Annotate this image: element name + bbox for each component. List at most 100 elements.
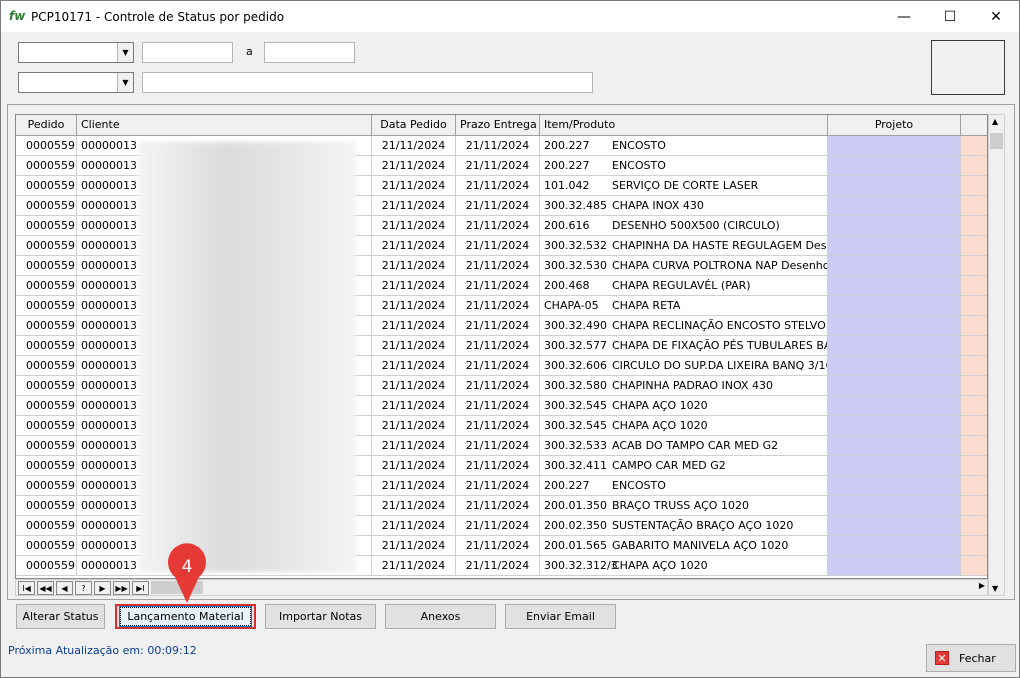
cell-pedido[interactable]: 0000559 <box>16 456 77 476</box>
col-header-projeto[interactable]: Projeto <box>828 115 961 136</box>
cell-pedido[interactable]: 0000559 <box>16 176 77 196</box>
cell-projeto[interactable] <box>828 236 961 256</box>
cell-item-produto[interactable]: 200.227 ENCOSTO <box>540 156 828 176</box>
cell-extra[interactable] <box>961 216 987 236</box>
importar-notas-button[interactable]: Importar Notas <box>265 604 376 629</box>
cell-prazo-entrega[interactable]: 21/11/2024 <box>456 316 540 336</box>
cell-pedido[interactable]: 0000559 <box>16 376 77 396</box>
vertical-scrollbar[interactable]: ▲ ▼ <box>988 114 1005 596</box>
cell-extra[interactable] <box>961 396 987 416</box>
cell-item-produto[interactable]: 300.32.606 CIRCULO DO SUP.DA LIXEIRA BANQ… <box>540 356 828 376</box>
cell-projeto[interactable] <box>828 496 961 516</box>
maximize-button[interactable]: ☐ <box>927 1 973 32</box>
cell-item-produto[interactable]: 101.042 SERVIÇO DE CORTE LASER <box>540 176 828 196</box>
cell-data-pedido[interactable]: 21/11/2024 <box>372 196 456 216</box>
cell-pedido[interactable]: 0000559 <box>16 516 77 536</box>
cell-prazo-entrega[interactable]: 21/11/2024 <box>456 176 540 196</box>
cell-projeto[interactable] <box>828 176 961 196</box>
cell-data-pedido[interactable]: 21/11/2024 <box>372 316 456 336</box>
cell-projeto[interactable] <box>828 536 961 556</box>
nav-button[interactable]: ▶▶ <box>113 581 130 595</box>
cell-extra[interactable] <box>961 536 987 556</box>
cell-prazo-entrega[interactable]: 21/11/2024 <box>456 216 540 236</box>
cell-projeto[interactable] <box>828 296 961 316</box>
cell-projeto[interactable] <box>828 196 961 216</box>
cell-item-produto[interactable]: 200.01.350 BRAÇO TRUSS AÇO 1020 <box>540 496 828 516</box>
cell-projeto[interactable] <box>828 316 961 336</box>
cell-data-pedido[interactable]: 21/11/2024 <box>372 216 456 236</box>
cell-data-pedido[interactable]: 21/11/2024 <box>372 176 456 196</box>
cell-prazo-entrega[interactable]: 21/11/2024 <box>456 536 540 556</box>
cell-extra[interactable] <box>961 136 987 156</box>
cell-prazo-entrega[interactable]: 21/11/2024 <box>456 416 540 436</box>
cell-projeto[interactable] <box>828 416 961 436</box>
fechar-button[interactable]: ✕ Fechar <box>926 644 1016 672</box>
lancamento-material-button[interactable]: Lançamento Material <box>115 604 256 629</box>
col-header-pedido[interactable]: Pedido <box>16 115 77 136</box>
minimize-button[interactable]: — <box>881 1 927 32</box>
cell-projeto[interactable] <box>828 436 961 456</box>
cell-pedido[interactable]: 0000559 <box>16 156 77 176</box>
enviar-email-button[interactable]: Enviar Email <box>505 604 616 629</box>
cell-data-pedido[interactable]: 21/11/2024 <box>372 296 456 316</box>
cell-extra[interactable] <box>961 156 987 176</box>
scroll-down-icon[interactable]: ▼ <box>992 584 998 593</box>
cell-data-pedido[interactable]: 21/11/2024 <box>372 136 456 156</box>
cell-pedido[interactable]: 0000559 <box>16 196 77 216</box>
cell-data-pedido[interactable]: 21/11/2024 <box>372 396 456 416</box>
alterar-status-button[interactable]: Alterar Status <box>16 604 105 629</box>
cell-item-produto[interactable]: 200.616 DESENHO 500X500 (CIRCULO) <box>540 216 828 236</box>
cell-prazo-entrega[interactable]: 21/11/2024 <box>456 376 540 396</box>
orders-grid[interactable]: Pedido Cliente Data Pedido Prazo Entrega… <box>15 114 988 579</box>
cell-data-pedido[interactable]: 21/11/2024 <box>372 536 456 556</box>
close-button[interactable]: ✕ <box>973 1 1019 32</box>
cell-prazo-entrega[interactable]: 21/11/2024 <box>456 296 540 316</box>
cell-data-pedido[interactable]: 21/11/2024 <box>372 496 456 516</box>
filter-combo-2[interactable]: ▼ <box>18 72 134 93</box>
cell-prazo-entrega[interactable]: 21/11/2024 <box>456 136 540 156</box>
cell-pedido[interactable]: 0000559 <box>16 136 77 156</box>
nav-button[interactable]: ▶ <box>94 581 111 595</box>
cell-data-pedido[interactable]: 21/11/2024 <box>372 256 456 276</box>
cell-prazo-entrega[interactable]: 21/11/2024 <box>456 516 540 536</box>
cell-item-produto[interactable]: 300.32.485 CHAPA INOX 430 <box>540 196 828 216</box>
cell-extra[interactable] <box>961 456 987 476</box>
cell-prazo-entrega[interactable]: 21/11/2024 <box>456 436 540 456</box>
cell-extra[interactable] <box>961 296 987 316</box>
cell-projeto[interactable] <box>828 476 961 496</box>
cell-data-pedido[interactable]: 21/11/2024 <box>372 336 456 356</box>
cell-prazo-entrega[interactable]: 21/11/2024 <box>456 396 540 416</box>
cell-extra[interactable] <box>961 556 987 576</box>
cell-prazo-entrega[interactable]: 21/11/2024 <box>456 196 540 216</box>
cell-item-produto[interactable]: 200.468 CHAPA REGULAVÉL (PAR) <box>540 276 828 296</box>
cell-data-pedido[interactable]: 21/11/2024 <box>372 276 456 296</box>
cell-projeto[interactable] <box>828 556 961 576</box>
cell-extra[interactable] <box>961 496 987 516</box>
cell-data-pedido[interactable]: 21/11/2024 <box>372 456 456 476</box>
cell-pedido[interactable]: 0000559 <box>16 256 77 276</box>
col-header-cliente[interactable]: Cliente <box>77 115 372 136</box>
col-header-item-produto[interactable]: Item/Produto <box>540 115 828 136</box>
cell-data-pedido[interactable]: 21/11/2024 <box>372 376 456 396</box>
cell-projeto[interactable] <box>828 256 961 276</box>
cell-item-produto[interactable]: 200.227 ENCOSTO <box>540 476 828 496</box>
cell-projeto[interactable] <box>828 276 961 296</box>
cell-pedido[interactable]: 0000559 <box>16 276 77 296</box>
cell-prazo-entrega[interactable]: 21/11/2024 <box>456 476 540 496</box>
cell-extra[interactable] <box>961 336 987 356</box>
cell-prazo-entrega[interactable]: 21/11/2024 <box>456 456 540 476</box>
cell-data-pedido[interactable]: 21/11/2024 <box>372 356 456 376</box>
cell-pedido[interactable]: 0000559 <box>16 416 77 436</box>
nav-button[interactable]: ◀ <box>56 581 73 595</box>
cell-extra[interactable] <box>961 356 987 376</box>
nav-button[interactable]: ◀◀ <box>37 581 54 595</box>
cell-item-produto[interactable]: 300.32.580 CHAPINHA PADRAO INOX 430 <box>540 376 828 396</box>
cell-pedido[interactable]: 0000559 <box>16 556 77 576</box>
cell-data-pedido[interactable]: 21/11/2024 <box>372 476 456 496</box>
cell-item-produto[interactable]: 300.32.545 CHAPA AÇO 1020 <box>540 396 828 416</box>
cell-prazo-entrega[interactable]: 21/11/2024 <box>456 276 540 296</box>
cell-pedido[interactable]: 0000559 <box>16 396 77 416</box>
cell-extra[interactable] <box>961 256 987 276</box>
filter-combo-1[interactable]: ▼ <box>18 42 134 63</box>
cell-item-produto[interactable]: 200.227 ENCOSTO <box>540 136 828 156</box>
